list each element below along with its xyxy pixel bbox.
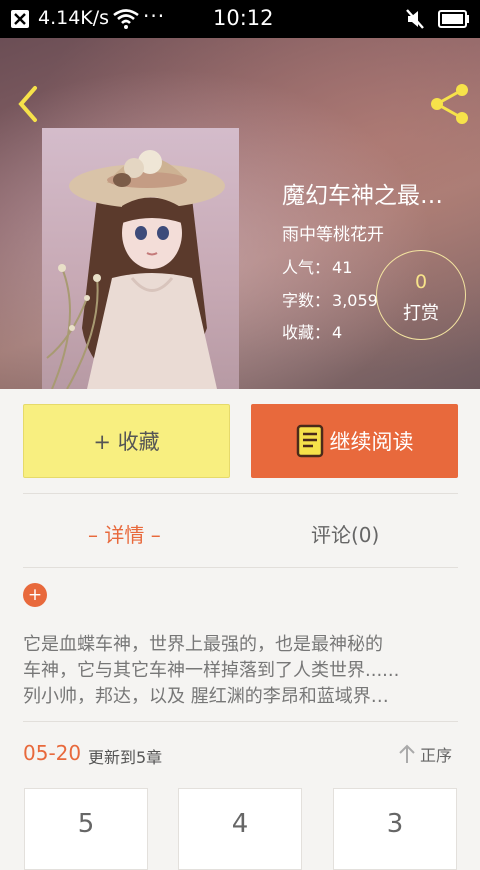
divider [23, 493, 458, 494]
synopsis-line: 它是血蝶车神，世界上最强的，也是最神秘的 [23, 634, 383, 655]
synopsis-line: 车神，它与其它车神一样掉落到了人类世界...... [23, 660, 400, 681]
arrow-up-icon [399, 744, 415, 763]
popularity-value: 41 [332, 258, 353, 277]
more-notifications: ··· [143, 4, 166, 28]
expand-synopsis-button[interactable]: + [23, 583, 47, 607]
wordcount-value: 3,059 [332, 291, 378, 310]
chapter-item[interactable]: 4 [178, 788, 302, 870]
book-cover-image [42, 128, 239, 389]
divider [23, 567, 458, 568]
chapter-item[interactable]: 3 [333, 788, 457, 870]
book-synopsis: 它是血蝶车神，世界上最强的，也是最神秘的 车神，它与其它车神一样掉落到了人类世界… [23, 632, 453, 710]
clock: 10:12 [213, 6, 274, 30]
status-bar: 4.14K/s ··· 10:12 [0, 0, 480, 38]
network-speed: 4.14K/s [38, 7, 110, 29]
chapter-number: 3 [386, 809, 404, 839]
chapter-number: 4 [231, 809, 249, 839]
chapter-number: 5 [77, 809, 95, 839]
favorites-label: 收藏： [282, 323, 331, 342]
sort-order-toggle[interactable]: 正序 [398, 742, 452, 766]
wifi-icon [113, 9, 139, 29]
back-button[interactable] [14, 84, 44, 124]
mute-icon [406, 9, 424, 29]
reward-count: 0 [414, 271, 428, 293]
battery-icon [438, 10, 469, 28]
continue-reading-label: 继续阅读 [329, 430, 414, 454]
sort-order-label: 正序 [420, 746, 453, 765]
reward-button[interactable]: 0 打赏 [376, 250, 466, 340]
popularity-stat: 人气： 41 [282, 254, 352, 278]
add-to-favorites-label: + 收藏 [93, 430, 160, 454]
wordcount-label: 字数： [282, 291, 331, 310]
book-title: 魔幻车神之最… [282, 183, 443, 209]
book-icon [296, 424, 323, 458]
update-info: 更新到5章 [88, 748, 163, 767]
sim-card-icon [11, 10, 29, 28]
chapter-item[interactable]: 5 [24, 788, 148, 870]
divider [23, 721, 458, 722]
synopsis-line: 列小帅，邦达，以及 腥红渊的李昂和蓝域界… [23, 686, 389, 707]
update-date: 05-20 [23, 741, 82, 765]
book-author[interactable]: 雨中等桃花开 [282, 220, 384, 245]
tab-comments[interactable]: 评论(0) [311, 519, 379, 548]
tab-details[interactable]: – 详情 – [88, 519, 161, 548]
reward-label: 打赏 [403, 303, 439, 324]
popularity-label: 人气： [282, 258, 331, 277]
wordcount-stat: 字数： 3,059 [282, 287, 378, 311]
share-icon[interactable] [428, 82, 470, 126]
add-to-favorites-button[interactable]: + 收藏 [23, 404, 230, 478]
book-header: 魔幻车神之最… 雨中等桃花开 人气： 41 字数： 3,059 收藏： 4 0 打赏 [0, 38, 480, 389]
favorites-value: 4 [332, 323, 343, 342]
favorites-stat: 收藏： 4 [282, 319, 342, 343]
continue-reading-button[interactable]: 继续阅读 [251, 404, 458, 478]
